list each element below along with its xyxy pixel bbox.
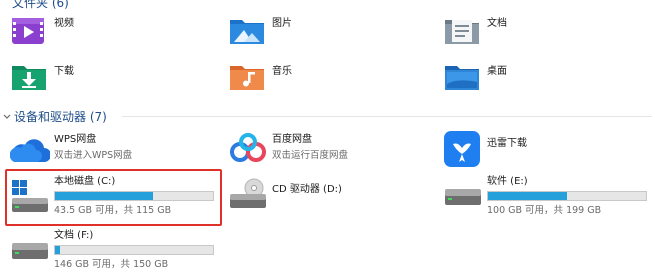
- devices-section-header[interactable]: 设备和驱动器 (7): [0, 106, 655, 124]
- windows-drive-icon: [10, 178, 50, 216]
- hard-drive-icon: [443, 186, 483, 208]
- wps-cloud-icon: [10, 134, 50, 164]
- drive-usage-bar: [487, 191, 647, 201]
- baidu-netdisk-icon: [228, 132, 268, 166]
- drive-space: 146 GB 可用，共 150 GB: [54, 259, 169, 270]
- drive-label: CD 驱动器 (D:): [272, 184, 342, 195]
- drive-label: 本地磁盘 (C:): [54, 176, 116, 187]
- folders-section-header[interactable]: 文件夹 (6): [12, 0, 69, 11]
- folder-label: 下载: [54, 66, 74, 77]
- pictures-folder-icon: [228, 14, 266, 48]
- videos-folder-icon: [10, 14, 46, 48]
- folder-label: 音乐: [272, 66, 292, 77]
- drive-usage-bar: [54, 191, 214, 201]
- device-xunlei[interactable]: 迅雷下载: [443, 130, 643, 170]
- device-label: WPS网盘: [54, 134, 97, 145]
- xunlei-icon: [443, 130, 481, 168]
- drive-usage-bar: [54, 245, 214, 255]
- device-baidu-netdisk[interactable]: 百度网盘 双击运行百度网盘: [228, 130, 428, 168]
- folder-documents[interactable]: 文档: [443, 14, 643, 50]
- device-label: 迅雷下载: [487, 138, 527, 149]
- drive-d-cd[interactable]: CD 驱动器 (D:): [228, 174, 428, 214]
- drive-f[interactable]: 文档 (F:) 146 GB 可用，共 150 GB: [10, 228, 218, 276]
- device-wps-cloud[interactable]: WPS网盘 双击进入WPS网盘: [10, 130, 210, 168]
- drive-e[interactable]: 软件 (E:) 100 GB 可用，共 199 GB: [443, 174, 647, 222]
- folder-label: 视频: [54, 18, 74, 29]
- folder-label: 图片: [272, 18, 292, 29]
- folder-label: 文档: [487, 18, 507, 29]
- hard-drive-icon: [10, 240, 50, 262]
- folder-videos[interactable]: 视频: [10, 14, 210, 50]
- drive-usage-fill: [55, 246, 60, 254]
- drive-label: 文档 (F:): [54, 230, 94, 241]
- documents-folder-icon: [443, 14, 481, 48]
- drive-label: 软件 (E:): [487, 176, 528, 187]
- section-divider: [122, 116, 652, 117]
- device-sub: 双击运行百度网盘: [272, 150, 349, 161]
- drive-space: 100 GB 可用，共 199 GB: [487, 205, 602, 216]
- drive-usage-fill: [488, 192, 567, 200]
- music-folder-icon: [228, 60, 266, 94]
- device-sub: 双击进入WPS网盘: [54, 150, 133, 161]
- folder-pictures[interactable]: 图片: [228, 14, 428, 50]
- cd-drive-icon: [228, 178, 268, 212]
- drive-space: 43.5 GB 可用，共 115 GB: [54, 205, 172, 216]
- folder-label: 桌面: [487, 66, 507, 77]
- drive-c[interactable]: 本地磁盘 (C:) 43.5 GB 可用，共 115 GB: [10, 174, 218, 222]
- device-label: 百度网盘: [272, 134, 312, 145]
- folder-music[interactable]: 音乐: [228, 60, 428, 96]
- desktop-folder-icon: [443, 60, 481, 94]
- drive-usage-fill: [55, 192, 153, 200]
- devices-header-label: 设备和驱动器 (7): [14, 110, 107, 124]
- folder-downloads[interactable]: 下载: [10, 60, 210, 96]
- folders-header-label: 文件夹 (6): [12, 0, 69, 10]
- chevron-down-icon[interactable]: [2, 108, 12, 120]
- downloads-folder-icon: [10, 60, 48, 94]
- folder-desktop[interactable]: 桌面: [443, 60, 643, 96]
